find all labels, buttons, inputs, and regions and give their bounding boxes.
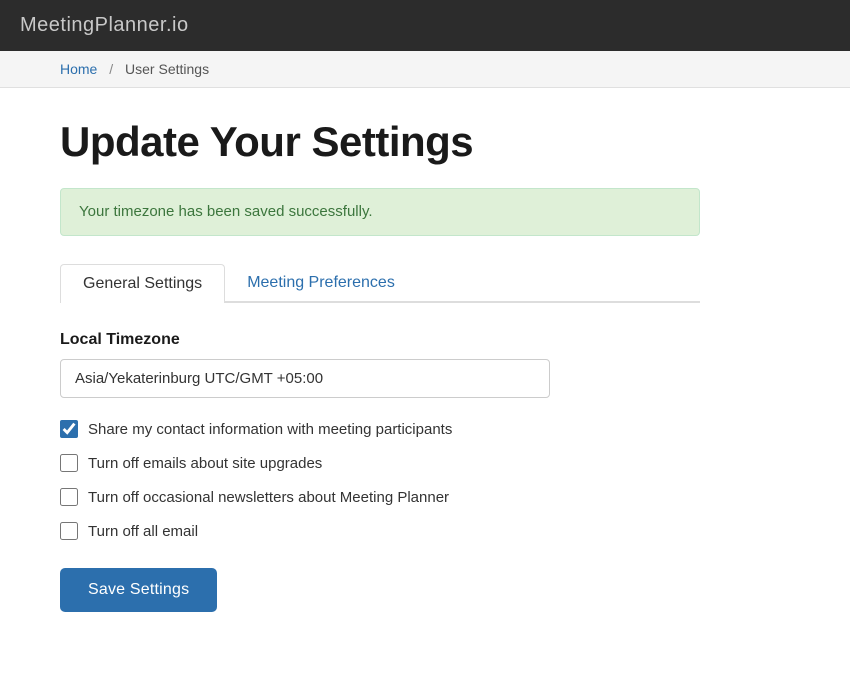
settings-form: Local Timezone Asia/Yekaterinburg UTC/GM… (60, 331, 550, 612)
checkbox-label-no-email: Turn off all email (88, 523, 198, 540)
main-content: Update Your Settings Your timezone has b… (0, 88, 760, 662)
checkbox-no-newsletters[interactable] (60, 488, 78, 506)
breadcrumb-bar: Home / User Settings (0, 51, 850, 88)
checkbox-item-no-newsletters[interactable]: Turn off occasional newsletters about Me… (60, 488, 550, 506)
tab-meeting-preferences[interactable]: Meeting Preferences (225, 264, 417, 303)
checkbox-item-no-email[interactable]: Turn off all email (60, 522, 550, 540)
checkbox-item-share-contact[interactable]: Share my contact information with meetin… (60, 420, 550, 438)
checkbox-no-email[interactable] (60, 522, 78, 540)
breadcrumb: Home / User Settings (60, 61, 790, 77)
success-message: Your timezone has been saved successfull… (79, 203, 373, 220)
checkbox-group: Share my contact information with meetin… (60, 420, 550, 540)
breadcrumb-home-link[interactable]: Home (60, 61, 97, 77)
checkbox-label-no-newsletters: Turn off occasional newsletters about Me… (88, 489, 449, 506)
checkbox-no-upgrade-emails[interactable] (60, 454, 78, 472)
page-title: Update Your Settings (60, 118, 700, 166)
checkbox-label-no-upgrade-emails: Turn off emails about site upgrades (88, 455, 322, 472)
app-title: MeetingPlanner.io (20, 14, 189, 36)
breadcrumb-separator: / (109, 61, 113, 77)
checkbox-label-share-contact: Share my contact information with meetin… (88, 421, 452, 438)
top-navigation: MeetingPlanner.io (0, 0, 850, 51)
checkbox-item-no-upgrade-emails[interactable]: Turn off emails about site upgrades (60, 454, 550, 472)
checkbox-share-contact[interactable] (60, 420, 78, 438)
timezone-value: Asia/Yekaterinburg UTC/GMT +05:00 (60, 359, 550, 398)
timezone-label: Local Timezone (60, 331, 550, 349)
tab-general-settings[interactable]: General Settings (60, 264, 225, 303)
success-banner: Your timezone has been saved successfull… (60, 188, 700, 236)
tabs-container: General Settings Meeting Preferences (60, 264, 700, 303)
breadcrumb-current: User Settings (125, 61, 209, 77)
save-settings-button[interactable]: Save Settings (60, 568, 217, 612)
